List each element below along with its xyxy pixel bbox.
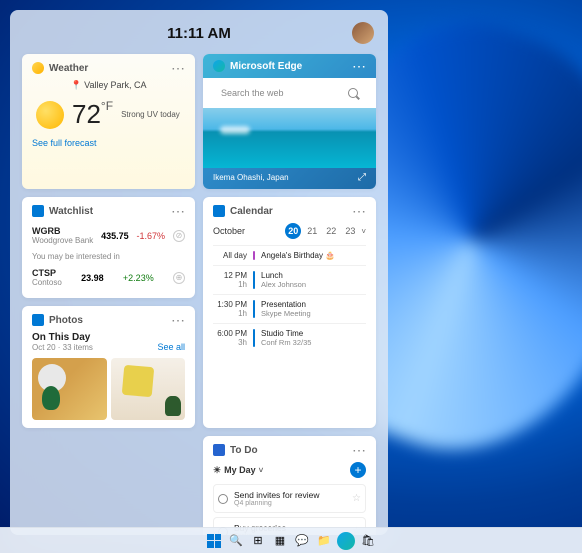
calendar-month[interactable]: October [213, 226, 245, 236]
photos-menu[interactable]: ⋯ [171, 315, 185, 325]
search-placeholder: Search the web [221, 88, 284, 98]
photos-card[interactable]: Photos ⋯ On This Day Oct 20 · 33 items S… [22, 306, 195, 428]
store-button[interactable]: 🛍 [359, 532, 377, 550]
todo-card[interactable]: To Do ⋯ ☀ My Day ˅ + Send invites for re… [203, 436, 376, 535]
calendar-event[interactable]: 12 PM1h LunchAlex Johnson [213, 265, 366, 294]
calendar-day[interactable]: 23 [342, 224, 358, 238]
edge-card[interactable]: Microsoft Edge ⋯ Search the web Ikema Oh… [203, 54, 376, 189]
calendar-day-active[interactable]: 20 [285, 223, 301, 239]
pin-icon[interactable]: ⊕ [173, 272, 185, 284]
calendar-day[interactable]: 21 [304, 224, 320, 238]
edge-menu[interactable]: ⋯ [352, 61, 366, 71]
edge-title: Microsoft Edge [230, 61, 302, 72]
calendar-title: Calendar [230, 206, 273, 217]
watchlist-icon [32, 205, 44, 217]
search-icon [348, 88, 358, 98]
start-button[interactable] [205, 532, 223, 550]
task-view-button[interactable]: ⊞ [249, 532, 267, 550]
todo-title: To Do [230, 445, 258, 456]
chevron-down-icon[interactable]: ˅ [361, 227, 366, 236]
search-input[interactable]: Search the web [213, 84, 366, 102]
calendar-event[interactable]: All day Angela's Birthday 🎂 [213, 245, 366, 265]
photo-thumbnail[interactable] [32, 358, 107, 420]
todo-checkbox[interactable] [218, 494, 228, 504]
weather-icon [32, 62, 44, 74]
search-button[interactable]: 🔍 [227, 532, 245, 550]
widgets-panel: 11:11 AM Weather ⋯ 📍 Valley Park, CA 72°… [10, 10, 388, 535]
widgets-button[interactable]: ▦ [271, 532, 289, 550]
weather-forecast-link[interactable]: See full forecast [32, 138, 185, 148]
calendar-card[interactable]: Calendar ⋯ October 20 21 22 23 ˅ All day… [203, 197, 376, 428]
taskbar: 🔍 ⊞ ▦ 💬 📁 🛍 [0, 527, 582, 553]
weather-temp: 72 [72, 99, 101, 129]
star-icon[interactable]: ☆ [352, 493, 361, 504]
watchlist-title: Watchlist [49, 206, 93, 217]
todo-icon [213, 444, 225, 456]
explorer-button[interactable]: 📁 [315, 532, 333, 550]
watchlist-menu[interactable]: ⋯ [171, 206, 185, 216]
watchlist-card[interactable]: Watchlist ⋯ WGRBWoodgrove Bank 435.75 -1… [22, 197, 195, 298]
calendar-days: 20 21 22 23 ˅ [285, 223, 366, 239]
weather-location: 📍 Valley Park, CA [32, 80, 185, 91]
edge-icon [213, 60, 225, 72]
edge-button[interactable] [337, 532, 355, 550]
watchlist-interest: You may be interested in [32, 252, 185, 261]
calendar-event[interactable]: 6:00 PM3h Studio TimeConf Rm 32/35 [213, 323, 366, 352]
user-avatar[interactable] [352, 22, 374, 44]
todo-add-button[interactable]: + [350, 462, 366, 478]
photos-title: Photos [49, 315, 83, 326]
todo-section[interactable]: ☀ My Day ˅ [213, 465, 263, 476]
photos-icon [32, 314, 44, 326]
calendar-menu[interactable]: ⋯ [352, 206, 366, 216]
panel-time: 11:11 AM [167, 25, 231, 42]
todo-menu[interactable]: ⋯ [352, 445, 366, 455]
panel-header: 11:11 AM [22, 20, 376, 46]
weather-title: Weather [49, 63, 88, 74]
todo-item[interactable]: Send invites for reviewQ4 planning ☆ [213, 484, 366, 513]
expand-icon[interactable]: ⤢ [358, 172, 366, 183]
photos-see-all-link[interactable]: See all [157, 342, 185, 352]
weather-card[interactable]: Weather ⋯ 📍 Valley Park, CA 72°F Strong … [22, 54, 195, 189]
weather-menu[interactable]: ⋯ [171, 63, 185, 73]
chat-button[interactable]: 💬 [293, 532, 311, 550]
sun-icon [36, 101, 64, 129]
photos-sub: Oct 20 · 33 items [32, 343, 93, 352]
edge-caption: Ikema Ohashi, Japan [213, 173, 289, 182]
edge-image [203, 108, 376, 168]
pin-icon[interactable]: ⊘ [173, 230, 185, 242]
weather-condition: Strong UV today [121, 109, 180, 120]
stock-row[interactable]: CTSPContoso 23.98 +2.23% ⊕ [32, 265, 185, 290]
photos-heading: On This Day [32, 332, 93, 343]
calendar-icon [213, 205, 225, 217]
stock-row[interactable]: WGRBWoodgrove Bank 435.75 -1.67% ⊘ [32, 223, 185, 248]
photo-thumbnail[interactable] [111, 358, 186, 420]
calendar-event[interactable]: 1:30 PM1h PresentationSkype Meeting [213, 294, 366, 323]
calendar-day[interactable]: 22 [323, 224, 339, 238]
